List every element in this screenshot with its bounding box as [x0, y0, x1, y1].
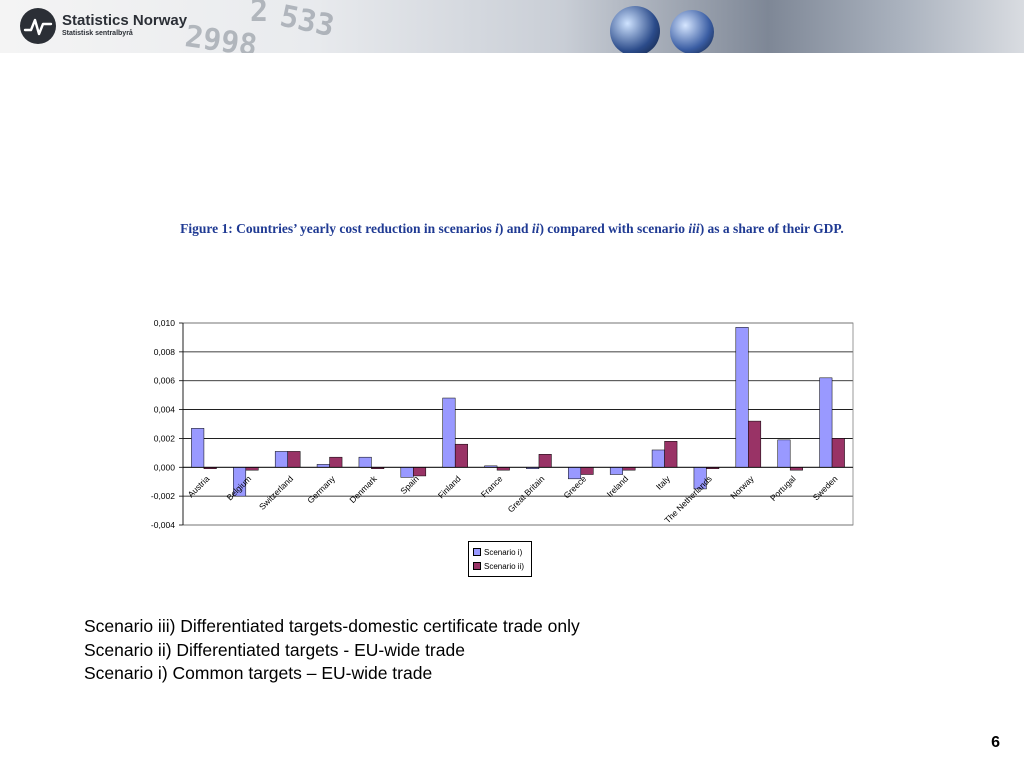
bar	[191, 428, 205, 468]
y-tick-label: 0,008	[154, 347, 176, 357]
banner-sphere-1	[610, 6, 660, 53]
banner-digits: 533	[276, 0, 338, 45]
x-tick-label: Portugal	[768, 474, 798, 504]
bar	[287, 451, 301, 468]
x-tick-label: Switzerland	[257, 473, 295, 511]
scenario-notes: Scenario iii) Differentiated targets-dom…	[84, 615, 580, 686]
note-line: Scenario ii) Differentiated targets - EU…	[84, 639, 465, 660]
x-tick-label: Denmark	[347, 473, 379, 505]
y-tick-label: 0,006	[154, 376, 176, 386]
banner-sphere-2	[670, 10, 714, 53]
bar	[274, 451, 288, 468]
bar	[538, 454, 552, 468]
bar	[454, 443, 468, 468]
legend-item-scenario-ii: Scenario ii)	[473, 560, 524, 572]
y-tick-label: -0,002	[151, 491, 175, 501]
note-line: Scenario i) Common targets – EU-wide tra…	[84, 663, 433, 683]
bar	[777, 439, 791, 468]
x-tick-label: Italy	[654, 473, 673, 492]
bar	[831, 438, 845, 468]
chart-area: 0,010 0,008 0,006 0,004 0,002 0,000 -0,002 -0,0…	[120, 288, 871, 586]
figure-title: Figure 1: Countries’ yearly cost reducti…	[0, 221, 1024, 237]
bar	[748, 420, 762, 468]
x-tick-label: France	[479, 473, 505, 499]
bar	[664, 441, 678, 468]
bar	[413, 467, 427, 477]
org-subtitle: Statistisk sentralbyrå	[62, 30, 133, 37]
figure-title-part: iii	[688, 221, 700, 236]
bar	[609, 467, 623, 475]
chart-legend: Scenario i) Scenario ii)	[468, 541, 532, 577]
page-number: 6	[991, 734, 1000, 751]
y-tick-label: 0,010	[154, 318, 176, 328]
x-tick-label: Sweden	[811, 473, 840, 502]
figure-title-part: ) and	[498, 221, 532, 236]
ssb-logo-icon	[20, 8, 56, 44]
bar	[819, 377, 833, 468]
bar	[442, 397, 456, 468]
legend-swatch	[473, 562, 481, 570]
header-banner: 2 533 2998 Statistics Norway Statistisk …	[0, 0, 1024, 53]
bar	[580, 467, 594, 475]
legend-item-scenario-i: Scenario i)	[473, 546, 522, 558]
figure-title-part: ) as a share of their GDP.	[699, 221, 844, 236]
legend-swatch	[473, 548, 481, 556]
bar	[358, 456, 372, 468]
banner-digits-2: 2998	[182, 19, 260, 53]
figure-title-part: ) compared with scenario	[539, 221, 689, 236]
bar	[329, 456, 343, 468]
y-tick-label: -0,004	[151, 520, 175, 530]
org-logo-text: Statistics Norway Statistisk sentralbyrå	[62, 13, 187, 38]
org-name: Statistics Norway	[62, 12, 188, 29]
figure-title-part: Figure 1: Countries’ yearly cost reducti…	[180, 221, 496, 236]
legend-label: Scenario ii)	[484, 561, 525, 571]
legend-label: Scenario i)	[484, 547, 523, 557]
banner-photo: 2	[250, 0, 269, 29]
y-tick-label: 0,002	[154, 433, 176, 443]
y-tick-label: 0,000	[154, 462, 176, 472]
x-tick-label: Germany	[305, 473, 337, 505]
x-tick-label: Great Britain	[506, 473, 547, 514]
note-line: Scenario iii) Differentiated targets-dom…	[84, 616, 580, 636]
y-tick-label: 0,004	[154, 405, 176, 415]
bar	[735, 327, 749, 468]
x-tick-label: Austria	[186, 473, 212, 499]
bar	[651, 449, 665, 468]
x-tick-label: Ireland	[605, 473, 631, 499]
x-tick-label: Norway	[728, 473, 756, 501]
